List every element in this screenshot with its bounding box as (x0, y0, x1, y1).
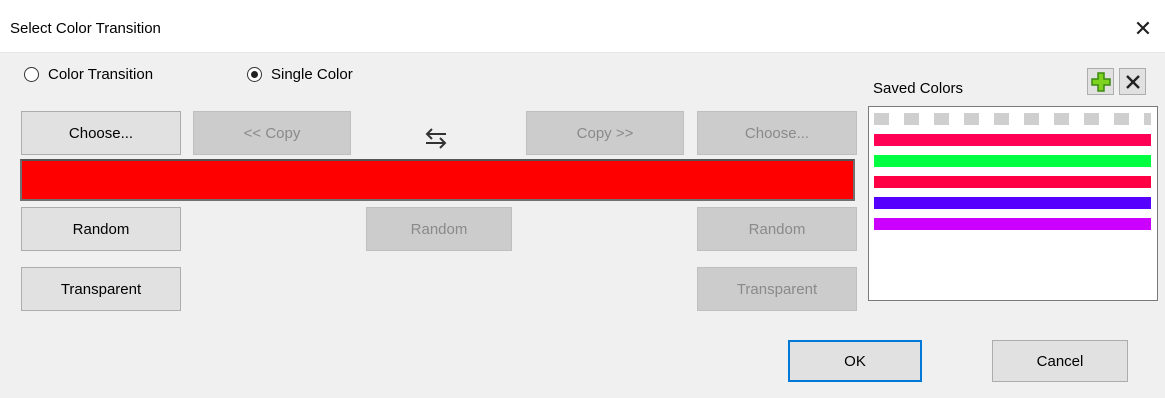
right-choose-button[interactable]: Choose... (697, 111, 857, 155)
title-bar: Select Color Transition ✕ (0, 0, 1165, 53)
saved-colors-label: Saved Colors (873, 80, 964, 97)
saved-color-swatch[interactable] (874, 197, 1151, 209)
left-transparent-button[interactable]: Transparent (21, 267, 181, 311)
left-random-button[interactable]: Random (21, 207, 181, 251)
saved-colors-list[interactable] (868, 106, 1158, 301)
radio-circle-selected[interactable] (247, 67, 262, 82)
plus-icon[interactable] (1087, 68, 1114, 95)
x-icon[interactable] (1119, 68, 1146, 95)
saved-color-swatch[interactable] (874, 155, 1151, 167)
radio-circle[interactable] (24, 67, 39, 82)
saved-color-swatch[interactable] (874, 134, 1151, 146)
window-title: Select Color Transition (10, 20, 161, 37)
cancel-button[interactable]: Cancel (992, 340, 1128, 382)
right-random-button[interactable]: Random (697, 207, 857, 251)
close-icon[interactable]: ✕ (1124, 12, 1162, 46)
middle-random-button[interactable]: Random (366, 207, 512, 251)
copy-left-button[interactable]: << Copy (193, 111, 351, 155)
radio-label-color-transition: Color Transition (48, 66, 154, 83)
swap-arrows-icon[interactable] (418, 123, 454, 153)
radio-single-color[interactable]: Single Color (247, 66, 353, 83)
radio-color-transition[interactable]: Color Transition (24, 66, 153, 83)
radio-label-single-color: Single Color (271, 66, 353, 83)
color-preview-bar[interactable] (20, 159, 855, 201)
saved-color-swatch[interactable] (874, 113, 1151, 125)
saved-color-swatch[interactable] (874, 176, 1151, 188)
copy-right-button[interactable]: Copy >> (526, 111, 684, 155)
ok-button[interactable]: OK (788, 340, 922, 382)
saved-color-swatch[interactable] (874, 218, 1151, 230)
right-transparent-button[interactable]: Transparent (697, 267, 857, 311)
left-choose-button[interactable]: Choose... (21, 111, 181, 155)
